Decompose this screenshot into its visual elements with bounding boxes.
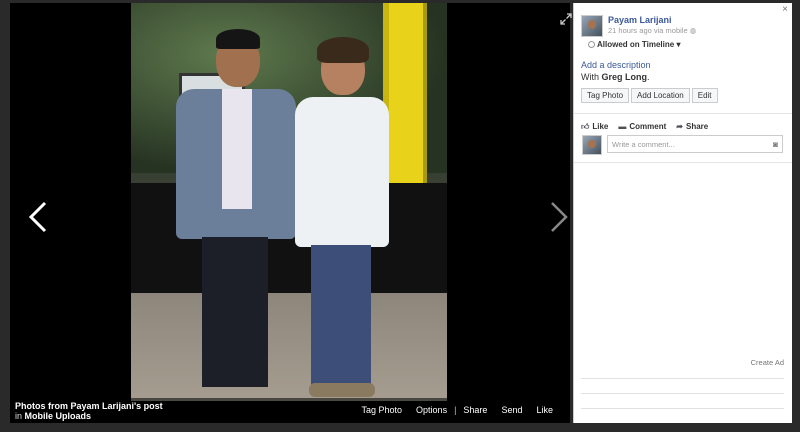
camera-icon[interactable]: ◙ bbox=[773, 136, 778, 154]
add-description-link[interactable]: Add a description bbox=[581, 60, 651, 70]
author-avatar[interactable] bbox=[581, 15, 603, 37]
photo-info-panel: × Payam Larijani 21 hours ago via mobile… bbox=[573, 3, 792, 423]
globe-icon: ◍ bbox=[689, 26, 697, 35]
send-action[interactable]: Send bbox=[494, 405, 529, 415]
add-location-button[interactable]: Add Location bbox=[631, 88, 690, 103]
caption-album-link[interactable]: Mobile Uploads bbox=[25, 411, 92, 421]
share-icon: ➦ bbox=[676, 122, 683, 131]
caption-title[interactable]: Photos from Payam Larijani's post bbox=[15, 401, 163, 411]
divider bbox=[574, 113, 792, 114]
comment-button[interactable]: ▬ Comment bbox=[618, 122, 666, 132]
commenter-avatar bbox=[582, 135, 602, 155]
post-meta: 21 hours ago via mobile ◍ bbox=[608, 26, 697, 35]
circle-icon bbox=[588, 41, 595, 49]
tagged-with: With Greg Long. bbox=[581, 72, 650, 82]
chevron-left-icon[interactable] bbox=[27, 201, 49, 233]
options-action[interactable]: Options bbox=[409, 405, 454, 415]
social-actions: 👍︎ Like ▬ Comment ➦ Share bbox=[581, 122, 708, 132]
like-action[interactable]: Like bbox=[529, 405, 560, 415]
caption-in: in bbox=[15, 411, 23, 421]
comment-input[interactable]: Write a comment... ◙ bbox=[607, 135, 783, 153]
tag-photo-action[interactable]: Tag Photo bbox=[355, 405, 410, 415]
chevron-right-icon[interactable] bbox=[548, 201, 570, 233]
photo-person-right bbox=[291, 37, 391, 401]
tag-photo-button[interactable]: Tag Photo bbox=[581, 88, 630, 103]
photo-actions: Tag Photo Options | Share Send Like bbox=[355, 405, 560, 415]
photo[interactable] bbox=[131, 3, 447, 401]
like-button[interactable]: 👍︎ Like bbox=[581, 122, 608, 132]
create-ad-link[interactable]: Create Ad bbox=[751, 358, 784, 367]
edit-button[interactable]: Edit bbox=[691, 88, 718, 103]
timeline-privacy[interactable]: Allowed on Timeline ▾ bbox=[588, 40, 680, 49]
photo-person-left bbox=[176, 29, 296, 401]
comment-icon: ▬ bbox=[618, 122, 627, 131]
photo-viewer bbox=[10, 3, 572, 423]
photo-caption: Photos from Payam Larijani's post in Mob… bbox=[15, 401, 163, 421]
share-action[interactable]: Share bbox=[456, 405, 494, 415]
expand-icon[interactable] bbox=[560, 12, 572, 25]
close-icon[interactable]: × bbox=[782, 4, 788, 15]
author-name[interactable]: Payam Larijani bbox=[608, 15, 672, 25]
ad-divider bbox=[581, 378, 784, 379]
ad-divider bbox=[581, 393, 784, 394]
thumbs-up-icon: 👍︎ bbox=[581, 122, 590, 131]
divider bbox=[574, 162, 792, 163]
tagged-person-link[interactable]: Greg Long bbox=[602, 72, 648, 82]
photo-bottom-bar: Photos from Payam Larijani's post in Mob… bbox=[10, 398, 570, 423]
ad-divider bbox=[581, 408, 784, 409]
photo-edit-buttons: Tag Photo Add Location Edit bbox=[581, 88, 720, 103]
caret-down-icon: ▾ bbox=[676, 40, 681, 49]
share-button[interactable]: ➦ Share bbox=[676, 122, 708, 132]
